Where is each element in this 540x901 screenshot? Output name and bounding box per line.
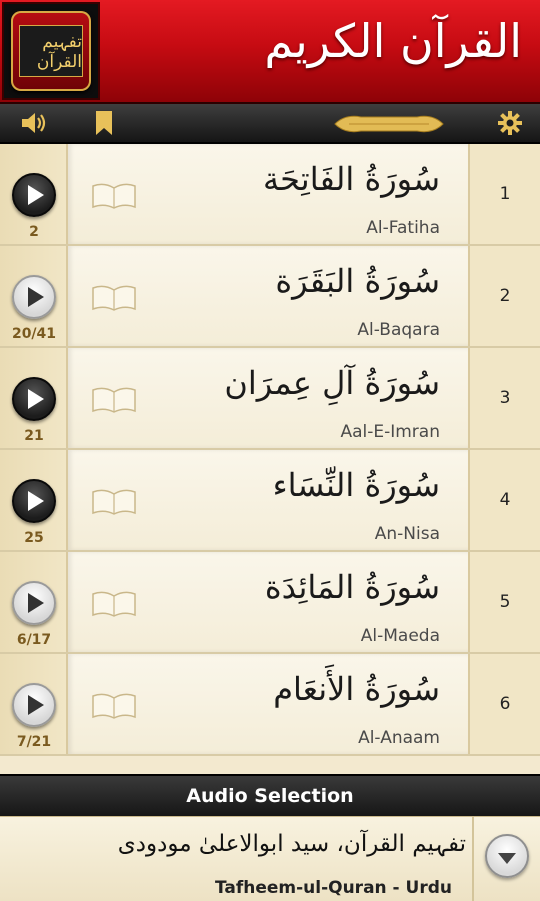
- audio-selection-english: Tafheem-ul-Quran - Urdu: [214, 878, 452, 898]
- play-column: 21: [0, 348, 68, 448]
- book-icon[interactable]: [90, 590, 138, 618]
- list-item[interactable]: 21 سُورَةُ آلِ عِمرَان Aal-E-Imran 3: [0, 348, 540, 450]
- app-logo[interactable]: تفہیم القرآن: [2, 2, 100, 100]
- surah-name-english: Al-Anaam: [358, 728, 440, 748]
- audio-count: 2: [29, 224, 39, 240]
- play-column: 20/41: [0, 246, 68, 346]
- ornament-banner[interactable]: [331, 113, 447, 135]
- audio-selection-header: Audio Selection: [0, 774, 540, 816]
- surah-number: 6: [468, 654, 540, 754]
- surah-name-english: Al-Maeda: [360, 626, 440, 646]
- surah-number: 1: [468, 144, 540, 244]
- book-icon[interactable]: [90, 284, 138, 312]
- audio-selection-arabic: تفہیم القرآن، سید ابوالاعلیٰ مودودی: [117, 831, 466, 857]
- logo-badge: تفہیم القرآن: [11, 11, 91, 91]
- toolbar: [0, 104, 540, 144]
- audio-count: 20/41: [11, 326, 57, 342]
- dropdown-button[interactable]: [485, 834, 529, 878]
- list-item[interactable]: 25 سُورَةُ النِّسَاء An-Nisa 4: [0, 450, 540, 552]
- play-button[interactable]: [12, 173, 56, 217]
- audio-count: 6/17: [16, 632, 52, 648]
- bookmark-icon[interactable]: [90, 110, 118, 136]
- surah-title-cell[interactable]: سُورَةُ الأَنعَام Al-Anaam: [68, 654, 468, 754]
- book-icon[interactable]: [90, 386, 138, 414]
- play-button[interactable]: [12, 683, 56, 727]
- surah-title-cell[interactable]: سُورَةُ البَقَرَة Al-Baqara: [68, 246, 468, 346]
- surah-name-arabic: سُورَةُ الأَنعَام: [273, 670, 440, 708]
- play-button[interactable]: [12, 479, 56, 523]
- play-column: 2: [0, 144, 68, 244]
- audio-count: 7/21: [16, 734, 52, 750]
- list-item[interactable]: 7/21 سُورَةُ الأَنعَام Al-Anaam 6: [0, 654, 540, 756]
- surah-list: 2 سُورَةُ الفَاتِحَة Al-Fatiha 1 20/41 س…: [0, 144, 540, 774]
- play-icon: [28, 389, 44, 409]
- surah-title-cell[interactable]: سُورَةُ المَائِدَة Al-Maeda: [68, 552, 468, 652]
- audio-count: 25: [24, 530, 44, 546]
- surah-name-arabic: سُورَةُ المَائِدَة: [264, 568, 440, 606]
- book-icon[interactable]: [90, 692, 138, 720]
- play-column: 7/21: [0, 654, 68, 754]
- app-header: تفہیم القرآن القرآن الكريم: [0, 0, 540, 104]
- surah-number: 4: [468, 450, 540, 550]
- play-icon: [28, 695, 44, 715]
- surah-name-arabic: سُورَةُ البَقَرَة: [275, 262, 440, 300]
- play-icon: [28, 287, 44, 307]
- surah-title-cell[interactable]: سُورَةُ الفَاتِحَة Al-Fatiha: [68, 144, 468, 244]
- play-column: 25: [0, 450, 68, 550]
- list-item[interactable]: 6/17 سُورَةُ المَائِدَة Al-Maeda 5: [0, 552, 540, 654]
- surah-number: 3: [468, 348, 540, 448]
- book-icon[interactable]: [90, 182, 138, 210]
- app-title: القرآن الكريم: [264, 14, 522, 68]
- list-item[interactable]: 2 سُورَةُ الفَاتِحَة Al-Fatiha 1: [0, 144, 540, 246]
- surah-name-english: An-Nisa: [374, 524, 440, 544]
- surah-name-arabic: سُورَةُ الفَاتِحَة: [262, 160, 440, 198]
- surah-number: 5: [468, 552, 540, 652]
- surah-name-arabic: سُورَةُ آلِ عِمرَان: [224, 364, 440, 402]
- chevron-down-icon: [498, 852, 516, 864]
- play-icon: [28, 593, 44, 613]
- surah-title-cell[interactable]: سُورَةُ النِّسَاء An-Nisa: [68, 450, 468, 550]
- play-icon: [28, 491, 44, 511]
- surah-name-english: Al-Baqara: [357, 320, 440, 340]
- play-button[interactable]: [12, 581, 56, 625]
- audio-count: 21: [24, 428, 44, 444]
- surah-number: 2: [468, 246, 540, 346]
- book-icon[interactable]: [90, 488, 138, 516]
- play-button[interactable]: [12, 275, 56, 319]
- surah-title-cell[interactable]: سُورَةُ آلِ عِمرَان Aal-E-Imran: [68, 348, 468, 448]
- play-button[interactable]: [12, 377, 56, 421]
- logo-text: تفہیم القرآن: [19, 25, 83, 77]
- speaker-icon[interactable]: [20, 110, 48, 136]
- play-icon: [28, 185, 44, 205]
- divider: [472, 817, 474, 901]
- surah-name-arabic: سُورَةُ النِّسَاء: [272, 466, 440, 504]
- surah-name-english: Al-Fatiha: [366, 218, 440, 238]
- play-column: 6/17: [0, 552, 68, 652]
- settings-icon[interactable]: [496, 110, 524, 136]
- list-item[interactable]: 20/41 سُورَةُ البَقَرَة Al-Baqara 2: [0, 246, 540, 348]
- audio-selection-panel[interactable]: تفہیم القرآن، سید ابوالاعلیٰ مودودی Tafh…: [0, 816, 540, 901]
- surah-name-english: Aal-E-Imran: [340, 422, 440, 442]
